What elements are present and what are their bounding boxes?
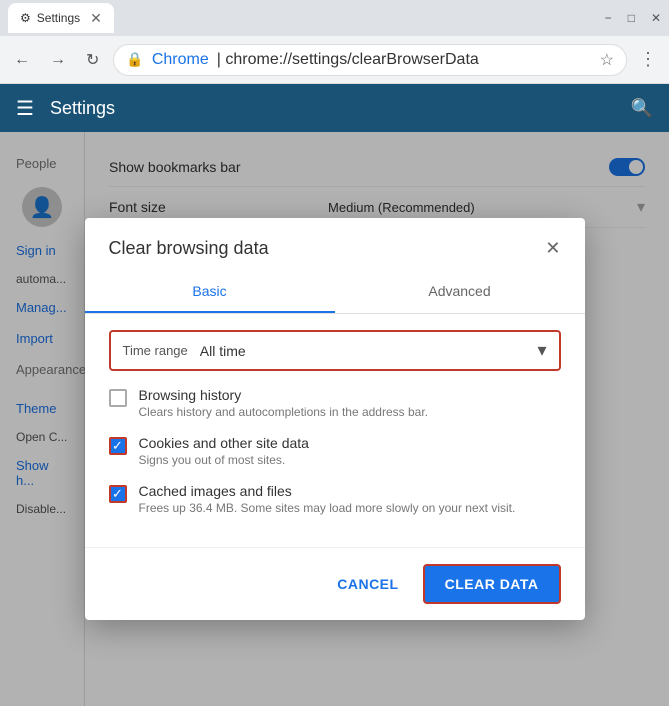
dialog-body: Time range All time ▾ Browsing history C… <box>85 314 585 547</box>
cookies-desc: Signs you out of most sites. <box>139 453 561 467</box>
option-cookies: ✓ Cookies and other site data Signs you … <box>109 435 561 467</box>
cookies-checkbox[interactable]: ✓ <box>109 437 127 455</box>
tab-advanced[interactable]: Advanced <box>335 271 585 313</box>
address-bar[interactable]: 🔒 Chrome | chrome://settings/clearBrowse… <box>113 44 627 76</box>
dialog-title: Clear browsing data <box>109 238 269 259</box>
window-close-button[interactable]: ✕ <box>651 11 661 25</box>
time-range-selector[interactable]: Time range All time ▾ <box>109 330 561 371</box>
dialog-header: Clear browsing data ✕ <box>85 218 585 259</box>
cookies-text: Cookies and other site data Signs you ou… <box>139 435 561 467</box>
content-area: People 👤 Sign in automa... Manag... Impo… <box>0 132 669 706</box>
window-controls: − □ ✕ <box>605 11 661 25</box>
time-range-arrow-icon: ▾ <box>537 340 546 361</box>
browsing-history-checkbox[interactable] <box>109 389 127 407</box>
forward-button[interactable]: → <box>44 47 72 73</box>
address-rest: | chrome://settings/clearBrowserData <box>217 51 479 69</box>
option-browsing-history: Browsing history Clears history and auto… <box>109 387 561 419</box>
window-minimize-button[interactable]: − <box>605 11 612 25</box>
time-range-value: All time <box>200 343 538 359</box>
dialog-overlay: Clear browsing data ✕ Basic Advanced Tim… <box>0 132 669 706</box>
tab-basic[interactable]: Basic <box>85 271 335 313</box>
browsing-history-desc: Clears history and autocompletions in th… <box>139 405 561 419</box>
dialog-footer: CANCEL CLEAR DATA <box>85 547 585 620</box>
window-restore-button[interactable]: □ <box>628 11 635 25</box>
cached-checkbox[interactable]: ✓ <box>109 485 127 503</box>
time-range-label: Time range <box>123 343 188 358</box>
settings-header: ☰ Settings 🔍 <box>0 84 669 132</box>
cached-text: Cached images and files Frees up 36.4 MB… <box>139 483 561 515</box>
browser-menu-button[interactable]: ⋮ <box>635 45 661 74</box>
dialog-close-button[interactable]: ✕ <box>545 238 560 259</box>
clear-data-button[interactable]: CLEAR DATA <box>423 564 561 604</box>
cached-title: Cached images and files <box>139 483 561 499</box>
option-cached: ✓ Cached images and files Frees up 36.4 … <box>109 483 561 515</box>
settings-menu-icon[interactable]: ☰ <box>16 96 34 121</box>
settings-search-icon[interactable]: 🔍 <box>631 98 653 119</box>
address-favicon: 🔒 <box>126 51 143 68</box>
browser-tab[interactable]: ⚙ Settings ✕ <box>8 3 114 33</box>
cached-desc: Frees up 36.4 MB. Some sites may load mo… <box>139 501 561 515</box>
cookies-title: Cookies and other site data <box>139 435 561 451</box>
tab-close-button[interactable]: ✕ <box>90 10 102 27</box>
clear-browsing-data-dialog: Clear browsing data ✕ Basic Advanced Tim… <box>85 218 585 620</box>
cancel-button[interactable]: CANCEL <box>321 568 414 600</box>
settings-header-title: Settings <box>50 98 115 119</box>
browsing-history-text: Browsing history Clears history and auto… <box>139 387 561 419</box>
browsing-history-title: Browsing history <box>139 387 561 403</box>
reload-button[interactable]: ↻ <box>80 46 105 74</box>
tab-favicon: ⚙ <box>20 11 31 25</box>
title-bar: ⚙ Settings ✕ − □ ✕ <box>0 0 669 36</box>
bookmark-star-icon[interactable]: ☆ <box>600 50 614 70</box>
nav-bar: ← → ↻ 🔒 Chrome | chrome://settings/clear… <box>0 36 669 84</box>
back-button[interactable]: ← <box>8 47 36 73</box>
dialog-tabs: Basic Advanced <box>85 271 585 314</box>
address-chrome: Chrome <box>152 51 209 69</box>
browser-frame: ⚙ Settings ✕ − □ ✕ ← → ↻ 🔒 Chrome | chro… <box>0 0 669 706</box>
tab-label: Settings <box>37 11 80 25</box>
